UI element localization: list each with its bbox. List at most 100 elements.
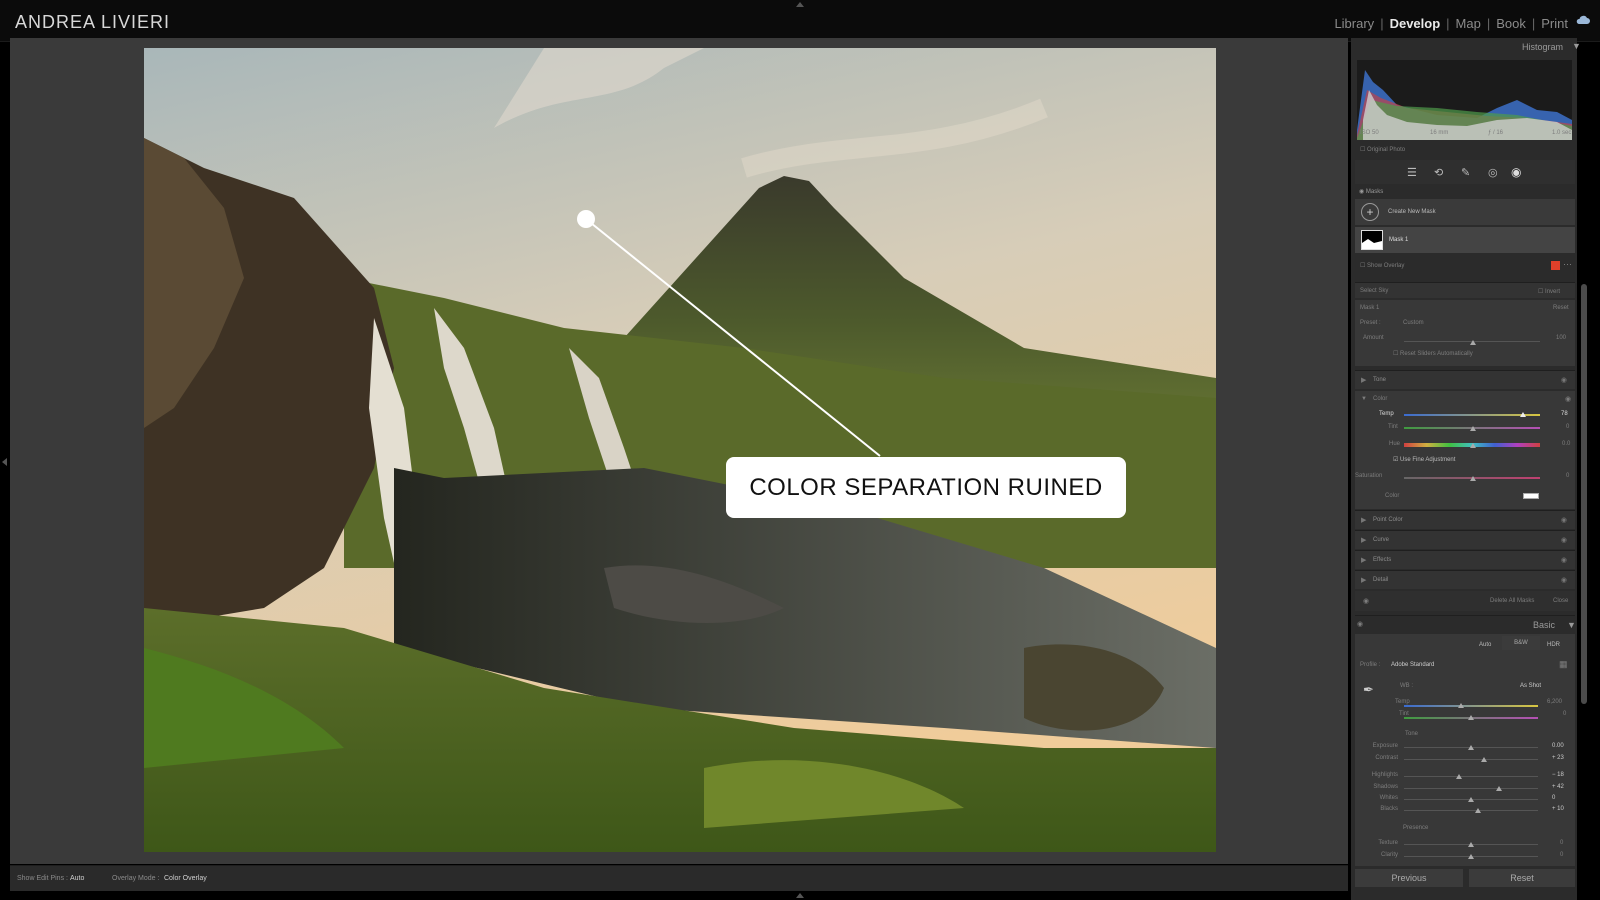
expand-icon: ▶ [1361,377,1367,384]
mask1-row[interactable]: Mask 1 [1355,227,1575,253]
tone-slider-track[interactable] [1404,759,1538,760]
amount-slider-thumb[interactable] [1470,340,1476,345]
tone-slider-value[interactable]: + 10 [1552,806,1564,812]
effects-section[interactable]: ▶ Effects ◉ [1355,550,1575,569]
tone-slider-value[interactable]: + 42 [1552,784,1564,790]
crop-icon[interactable]: ⟲ [1434,166,1443,179]
basic-tint-value[interactable]: 0 [1563,711,1566,717]
eye-icon[interactable]: ◉ [1561,516,1567,524]
create-new-mask-label: Create New Mask [1388,209,1436,215]
basic-temp-slider-thumb[interactable] [1458,703,1464,708]
profile-select[interactable]: Adobe Standard [1391,662,1434,668]
eye-icon[interactable]: ◉ [1561,556,1567,564]
presence-slider-value[interactable]: 0 [1560,852,1563,858]
tone-slider-label: Contrast [1375,755,1398,761]
reset-sliders-label: Reset Sliders Automatically [1400,351,1473,357]
overlay-mode-select[interactable]: Color Overlay [164,875,207,882]
hdr-button[interactable]: HDR [1547,642,1560,648]
tone-slider-label: Highlights [1371,772,1398,778]
masks-title: ◉ Masks [1359,189,1384,195]
edit-sliders-icon[interactable]: ☰ [1407,166,1417,179]
hue-value[interactable]: 0.0 [1562,441,1570,447]
basic-temp-slider[interactable] [1404,705,1538,707]
tone-slider-value[interactable]: 0.00 [1552,743,1564,749]
tone-slider-thumb[interactable] [1468,797,1474,802]
tone-slider-thumb[interactable] [1481,757,1487,762]
edit-pin[interactable] [577,210,595,228]
effects-label: Effects [1373,557,1392,563]
white-balance-picker-icon[interactable]: ✒ [1363,682,1374,698]
panel-scrollbar[interactable] [1581,284,1587,704]
tone-slider-value[interactable]: − 18 [1552,772,1564,778]
tone-slider-value[interactable]: 0 [1552,795,1555,801]
eye-icon[interactable]: ◉ [1565,395,1571,403]
mask1-label: Mask 1 [1389,237,1409,243]
tone-slider-label: Blacks [1380,806,1398,812]
tint-value[interactable]: 0 [1566,424,1569,430]
histogram-collapse-icon[interactable]: ▼ [1572,41,1581,51]
histogram-focal: 16 mm [1430,130,1449,136]
tone-slider-thumb[interactable] [1468,745,1474,750]
expand-icon: ▶ [1361,577,1367,584]
eye-icon[interactable]: ◉ [1357,620,1363,628]
tone-slider-track[interactable] [1404,776,1538,777]
show-overlay-checkbox[interactable]: ☐ Show Overlay [1360,262,1404,269]
point-color-label: Point Color [1373,517,1403,523]
presence-slider-thumb[interactable] [1468,842,1474,847]
basic-tint-slider-thumb[interactable] [1468,715,1474,720]
create-new-mask-row[interactable]: + Create New Mask [1355,199,1575,225]
more-options-icon[interactable]: ⋯ [1563,259,1572,270]
temp-slider-thumb[interactable] [1520,412,1526,417]
saturation-slider-thumb[interactable] [1470,476,1476,481]
mask-reset-button[interactable]: Reset [1553,305,1569,311]
tone-slider-thumb[interactable] [1456,774,1462,779]
invert-checkbox[interactable]: ☐ Invert [1538,288,1560,295]
histogram-title[interactable]: Histogram [1522,42,1563,52]
select-sky-row: Select Sky ☐ Invert [1355,282,1575,298]
basic-header[interactable]: ◉ Basic ▼ [1355,615,1576,632]
detail-label: Detail [1373,577,1389,583]
tone-slider-thumb[interactable] [1475,808,1481,813]
presence-slider-thumb[interactable] [1468,854,1474,859]
presence-slider-value[interactable]: 0 [1560,840,1563,846]
point-color-section[interactable]: ▶ Point Color ◉ [1355,510,1575,529]
healing-icon[interactable]: ✎ [1461,166,1470,179]
auto-button[interactable]: Auto [1479,642,1491,648]
delete-all-masks-button[interactable]: Delete All Masks [1490,598,1534,604]
tone-section[interactable]: ▶ Tone ◉ [1355,370,1575,389]
original-photo-checkbox[interactable]: ☐ Original Photo [1360,146,1405,153]
tint-slider-thumb[interactable] [1470,426,1476,431]
amount-value[interactable]: 100 [1556,335,1566,341]
expand-icon: ▶ [1361,517,1367,524]
basic-collapse-icon[interactable]: ▼ [1567,620,1576,630]
red-eye-icon[interactable]: ◎ [1488,166,1498,179]
tone-slider-thumb[interactable] [1496,786,1502,791]
tone-slider-track[interactable] [1404,788,1538,789]
eye-icon[interactable]: ◉ [1363,597,1369,605]
tone-slider-value[interactable]: + 23 [1552,755,1564,761]
hue-slider-thumb[interactable] [1470,443,1476,448]
saturation-value[interactable]: 0 [1566,473,1569,479]
eye-icon[interactable]: ◉ [1561,376,1567,384]
masking-icon[interactable]: ◉ [1511,165,1521,179]
reset-button[interactable]: Reset [1469,869,1575,887]
preset-select[interactable]: Custom [1403,320,1424,326]
temp-value[interactable]: 78 [1561,411,1568,417]
detail-section[interactable]: ▶ Detail ◉ [1355,570,1575,589]
bw-button[interactable]: B&W [1502,636,1540,650]
close-masks-button[interactable]: Close [1553,598,1568,604]
show-edit-pins-select[interactable]: Auto [70,875,84,882]
eye-icon[interactable]: ◉ [1561,576,1567,584]
fine-adjust-checkbox[interactable]: ☑ Use Fine Adjustment [1393,456,1455,463]
eye-icon[interactable]: ◉ [1561,536,1567,544]
overlay-color-swatch[interactable] [1551,261,1560,270]
color-swatch[interactable] [1523,493,1539,499]
profile-browser-icon[interactable]: ▦ [1559,659,1568,670]
curve-section[interactable]: ▶ Curve ◉ [1355,530,1575,549]
reset-sliders-checkbox[interactable]: ☐ Reset Sliders Automatically [1393,350,1473,357]
overlay-mode-label: Overlay Mode : [112,875,160,882]
tone-slider-track[interactable] [1404,810,1538,811]
wb-select[interactable]: As Shot [1520,683,1541,689]
basic-temp-value[interactable]: 6,200 [1547,699,1562,705]
previous-button[interactable]: Previous [1355,869,1463,887]
